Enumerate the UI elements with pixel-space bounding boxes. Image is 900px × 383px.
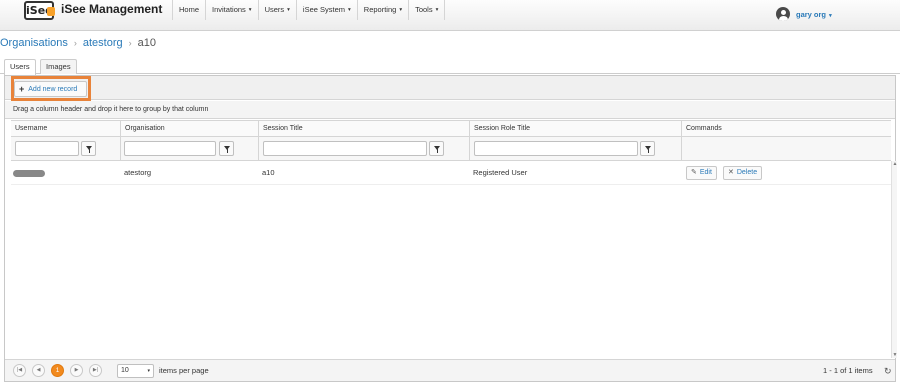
- user-name: gary org ▾: [796, 10, 832, 19]
- app-brand[interactable]: iSee Management: [61, 2, 162, 16]
- session-role-title-filter-input[interactable]: [474, 141, 638, 156]
- chevron-down-icon: ▾: [147, 368, 150, 374]
- breadcrumb-separator: ›: [128, 38, 132, 48]
- nav-invitations[interactable]: Invitations ▾: [205, 0, 258, 20]
- chevron-down-icon: ▾: [399, 7, 403, 13]
- chevron-down-icon: ▾: [435, 7, 439, 13]
- main-nav: Home Invitations ▾ Users ▾ iSee System ▾ Re…: [172, 0, 446, 20]
- column-title: Session Title: [263, 125, 303, 132]
- edit-icon: ✎: [691, 169, 697, 176]
- nav-isee-system[interactable]: iSee System ▾: [295, 0, 357, 20]
- filter-divider: [258, 137, 259, 160]
- logo-accent: [47, 7, 55, 16]
- edit-button[interactable]: ✎ Edit: [686, 166, 717, 180]
- plus-icon: +: [19, 84, 25, 94]
- delete-icon: ✕: [728, 169, 734, 176]
- refresh-icon[interactable]: ↻: [884, 365, 892, 377]
- edit-label: Edit: [699, 169, 712, 176]
- filter-divider: [120, 137, 121, 160]
- chevron-down-icon: ▾: [829, 12, 832, 19]
- filter-icon: [645, 146, 651, 153]
- items-per-page-label: items per page: [159, 366, 209, 375]
- nav-tools[interactable]: Tools ▾: [408, 0, 446, 20]
- users-grid: + Add new record Drag a column header an…: [4, 75, 897, 382]
- breadcrumb-separator: ›: [73, 38, 77, 48]
- nav-isee-system-label: iSee System: [302, 5, 346, 14]
- add-new-record-button[interactable]: + Add new record: [14, 81, 87, 97]
- filter-divider: [469, 137, 470, 160]
- first-page-button[interactable]: |◀: [13, 364, 26, 377]
- username-filter-input[interactable]: [15, 141, 79, 156]
- add-new-record-label: Add new record: [28, 85, 78, 93]
- filter-icon: [434, 146, 440, 153]
- session-title-cell: a10: [262, 168, 275, 177]
- scroll-up-icon[interactable]: ▲: [892, 161, 898, 167]
- session-title-filter-input[interactable]: [263, 141, 427, 156]
- organisation-filter-button[interactable]: [219, 141, 234, 156]
- grid-header: Username Organisation Session Title Sess…: [11, 120, 891, 137]
- session-role-title-cell: Registered User: [473, 168, 528, 177]
- breadcrumb-current: a10: [137, 37, 156, 49]
- nav-users[interactable]: Users ▾: [257, 0, 296, 20]
- current-page-button[interactable]: 1: [51, 364, 64, 377]
- last-page-button[interactable]: ▶|: [89, 364, 102, 377]
- session-title-filter-button[interactable]: [429, 141, 444, 156]
- column-title: Commands: [686, 125, 722, 132]
- page-size-value: 10: [121, 367, 129, 374]
- table-row[interactable]: atestorg a10 Registered User ✎ Edit ✕ Dele…: [11, 161, 891, 185]
- column-header-commands: Commands: [681, 121, 891, 136]
- nav-reporting-label: Reporting: [363, 5, 397, 14]
- filter-row: [11, 137, 891, 161]
- tab-users[interactable]: Users: [4, 59, 36, 75]
- organisation-filter-input[interactable]: [124, 141, 216, 156]
- organisation-cell: atestorg: [124, 168, 152, 177]
- tab-images[interactable]: Images: [40, 59, 77, 74]
- redacted-username: [13, 170, 45, 177]
- delete-button[interactable]: ✕ Delete: [723, 166, 763, 180]
- column-title: Organisation: [125, 125, 165, 132]
- avatar-icon: [776, 7, 790, 21]
- column-header-session-role-title[interactable]: Session Role Title: [469, 121, 681, 136]
- chevron-down-icon: ▾: [248, 7, 252, 13]
- chevron-down-icon: ▾: [287, 7, 290, 13]
- grid-scrollbar[interactable]: ▲ ▼: [891, 161, 897, 358]
- app-logo[interactable]: iSee: [24, 1, 55, 20]
- filter-divider: [681, 137, 682, 160]
- grid-toolbar: [5, 76, 895, 100]
- breadcrumb-organisations[interactable]: Organisations: [0, 37, 68, 49]
- username-filter-button[interactable]: [81, 141, 96, 156]
- column-title: Session Role Title: [474, 125, 531, 132]
- group-drop-area[interactable]: Drag a column header and drop it here to…: [5, 101, 895, 119]
- page-size-select[interactable]: 10 ▾: [117, 364, 154, 378]
- grid-pager: |◀ ◀ 1 ▶ ▶| 10 ▾ items per page 1 - 1 of…: [5, 359, 895, 381]
- nav-invitations-label: Invitations: [212, 5, 246, 14]
- nav-users-label: Users: [264, 5, 285, 14]
- previous-page-button[interactable]: ◀: [32, 364, 45, 377]
- tab-strip: Users Images: [0, 57, 900, 75]
- user-name-text: gary org: [796, 9, 827, 19]
- filter-icon: [224, 146, 230, 153]
- scroll-down-icon[interactable]: ▼: [892, 352, 898, 358]
- top-navbar: iSee iSee Management Home Invitations ▾ U…: [0, 0, 900, 31]
- breadcrumb-atestorg[interactable]: atestorg: [83, 37, 123, 49]
- user-menu[interactable]: gary org ▾: [776, 7, 832, 21]
- column-title: Username: [15, 125, 48, 132]
- session-role-title-filter-button[interactable]: [640, 141, 655, 156]
- chevron-down-icon: ▾: [348, 7, 351, 13]
- nav-reporting[interactable]: Reporting ▾: [356, 0, 408, 20]
- delete-label: Delete: [736, 169, 758, 176]
- column-header-username[interactable]: Username: [11, 121, 119, 136]
- breadcrumb: Organisations › atestorg › a10: [0, 37, 156, 49]
- next-page-button[interactable]: ▶: [70, 364, 83, 377]
- nav-tools-label: Tools: [415, 5, 433, 14]
- column-header-organisation[interactable]: Organisation: [120, 121, 258, 136]
- pager-range-info: 1 - 1 of 1 items: [823, 366, 873, 375]
- username-cell: [11, 161, 119, 185]
- column-header-session-title[interactable]: Session Title: [258, 121, 469, 136]
- filter-icon: [86, 146, 92, 153]
- nav-home-label: Home: [179, 5, 200, 14]
- nav-home[interactable]: Home: [172, 0, 205, 20]
